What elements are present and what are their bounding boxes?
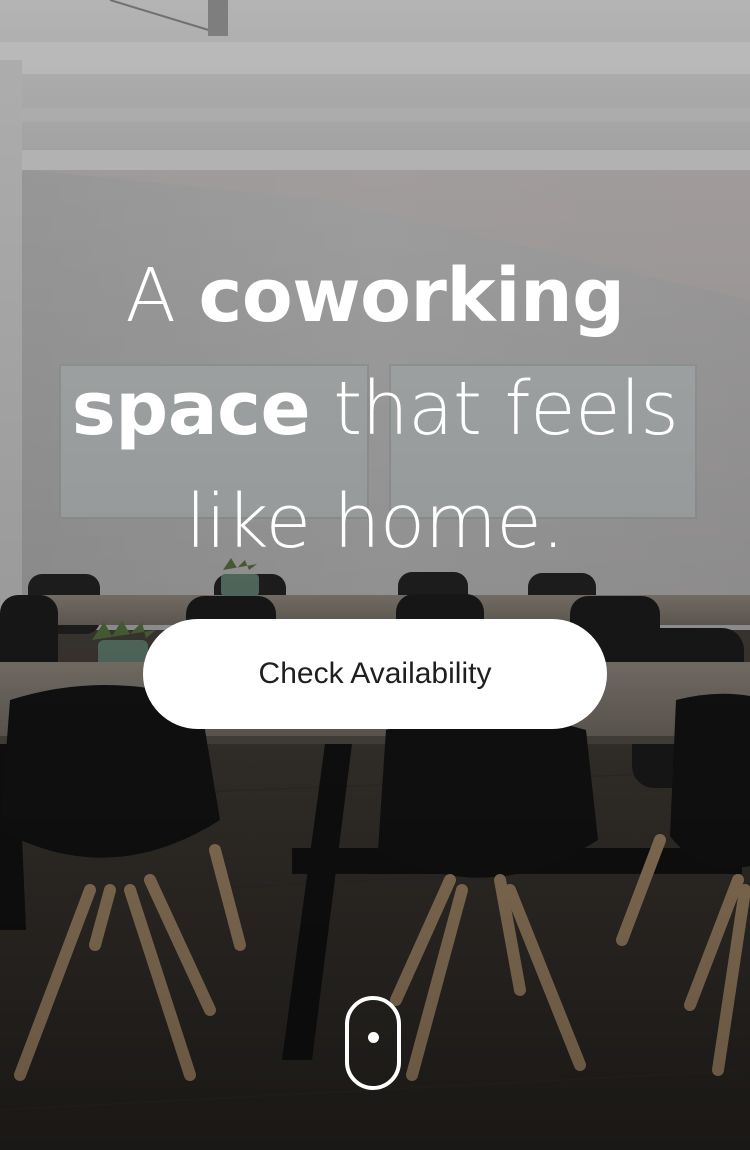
hero-section: A coworking space that feels like home. … — [0, 0, 750, 1150]
headline-emphasis-coworking: coworking — [198, 253, 626, 339]
mouse-scroll-icon[interactable] — [345, 996, 401, 1090]
scroll-wheel-dot — [367, 1032, 379, 1043]
headline-emphasis-space: space — [71, 366, 311, 452]
headline-line-1: A coworking — [125, 253, 626, 339]
headline-line-3: like home. — [185, 479, 565, 565]
check-availability-button[interactable]: Check Availability — [143, 619, 607, 729]
hero-headline: A coworking space that feels like home. — [0, 240, 750, 579]
headline-line-2: space that feels — [71, 366, 679, 452]
